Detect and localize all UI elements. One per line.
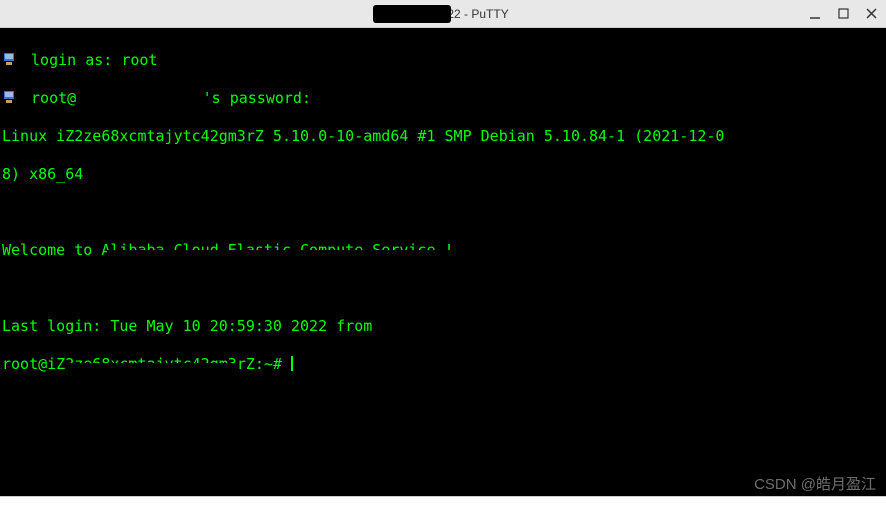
redacted-ip: 39.105.215.192 (76, 89, 202, 108)
window-controls (808, 0, 878, 27)
redacted-ip: 39.105.215.1 (377, 7, 447, 21)
window-title: 39.105.215.122 - PuTTY (377, 7, 508, 21)
password-line: root@39.105.215.192's password: (2, 89, 884, 108)
login-line: login as: root (2, 51, 884, 70)
terminal-area[interactable]: login as: root root@39.105.215.192's pas… (0, 28, 886, 496)
redacted-source-ip: 223.88.9.181 (381, 317, 489, 336)
window-titlebar: 39.105.215.122 - PuTTY (0, 0, 886, 28)
bottom-strip (0, 496, 886, 518)
prompt-line: root@iZ2ze68xcmtajytc42gm3rZ:~# (2, 355, 884, 374)
redacted-hostname: 2ze68xcmtajytc42gm3 (65, 355, 237, 374)
last-login-line: Last login: Tue May 10 20:59:30 2022 fro… (2, 317, 884, 336)
welcome-line: Welcome to Alibaba Cloud Elastic Compute… (2, 241, 884, 260)
close-button[interactable] (864, 7, 878, 21)
uname-line-1: Linux iZ2ze68xcmtajytc42gm3rZ 5.10.0-10-… (2, 127, 884, 146)
putty-icon (2, 51, 22, 70)
terminal-cursor (291, 356, 293, 371)
uname-line-2: 8) x86_64 (2, 165, 884, 184)
redacted-welcome: Welcome to Alibaba Cloud Elastic Compute… (2, 241, 454, 260)
putty-icon (2, 89, 22, 108)
maximize-button[interactable] (836, 7, 850, 21)
minimize-button[interactable] (808, 7, 822, 21)
